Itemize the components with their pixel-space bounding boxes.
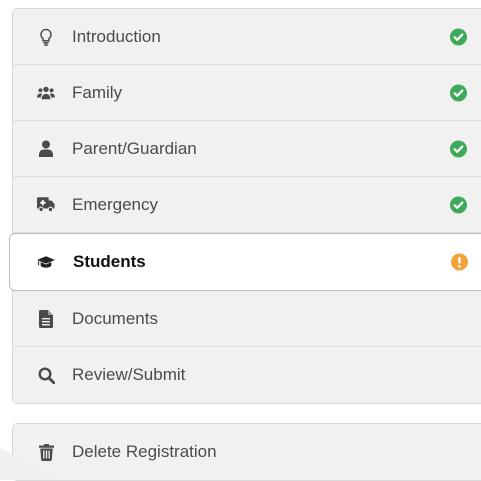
check-circle-icon xyxy=(450,84,467,101)
nav-item-family[interactable]: Family xyxy=(13,65,481,121)
nav-item-label: Introduction xyxy=(72,26,161,46)
user-icon xyxy=(37,140,55,158)
nav-item-emergency[interactable]: Emergency xyxy=(13,177,481,233)
nav-item-label: Documents xyxy=(72,308,158,328)
lightbulb-icon xyxy=(37,28,55,46)
graduation-cap-icon xyxy=(37,253,55,271)
nav-item-documents[interactable]: Documents xyxy=(13,291,481,347)
check-circle-icon xyxy=(450,196,467,213)
nav-item-label: Students xyxy=(73,252,146,271)
nav-item-parent-guardian[interactable]: Parent/Guardian xyxy=(13,121,481,177)
nav-item-review-submit[interactable]: Review/Submit xyxy=(13,347,481,403)
check-circle-icon xyxy=(450,28,467,45)
file-icon xyxy=(37,309,55,328)
ambulance-icon xyxy=(37,196,55,214)
nav-item-label: Parent/Guardian xyxy=(72,138,197,158)
nav-item-introduction[interactable]: Introduction xyxy=(13,9,481,65)
trash-icon xyxy=(37,443,55,461)
registration-steps-nav: Introduction Family Parent/Guardian Emer… xyxy=(9,8,481,404)
delete-registration-label: Delete Registration xyxy=(72,442,217,461)
nav-item-label: Emergency xyxy=(72,194,158,214)
nav-item-label: Review/Submit xyxy=(72,365,186,384)
check-circle-icon xyxy=(450,140,467,157)
search-icon xyxy=(37,366,55,384)
delete-registration-button[interactable]: Delete Registration xyxy=(12,423,481,481)
exclamation-circle-icon xyxy=(451,253,468,271)
users-icon xyxy=(37,84,55,102)
nav-item-label: Family xyxy=(72,82,123,102)
nav-item-students[interactable]: Students xyxy=(9,233,481,291)
